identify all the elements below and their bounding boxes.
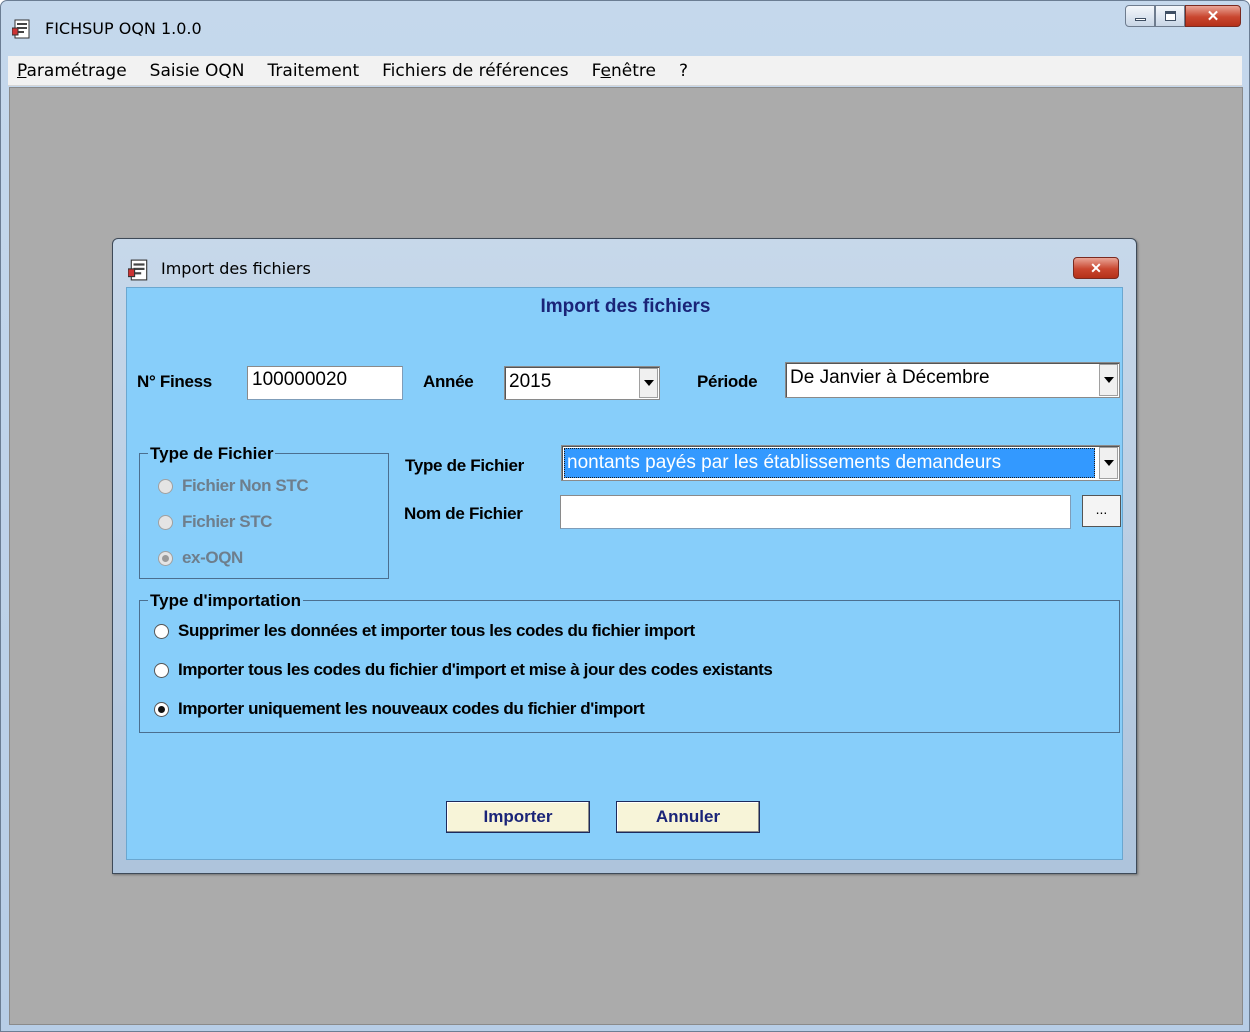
window-controls: ✕: [1125, 5, 1241, 29]
dialog-close-button[interactable]: ✕: [1073, 257, 1119, 279]
radio-row-nouveaux: Importer uniquement les nouveaux codes d…: [154, 699, 645, 719]
browse-button[interactable]: ...: [1082, 495, 1121, 527]
type-fichier-dropdown-button[interactable]: [1099, 447, 1118, 479]
radio-row-mise-a-jour: Importer tous les codes du fichier d'imp…: [154, 660, 773, 680]
nom-fichier-input[interactable]: [560, 495, 1071, 529]
import-dialog: Import des fichiers ✕ Import des fichier…: [112, 238, 1137, 874]
app-document-icon: [12, 19, 30, 39]
import-button[interactable]: Importer: [446, 801, 590, 833]
type-fichier-select[interactable]: nontants payés par les établissements de…: [561, 445, 1120, 481]
radio-row-ex-oqn: ex-OQN: [158, 548, 243, 568]
maximize-button[interactable]: [1155, 5, 1185, 27]
periode-select[interactable]: De Janvier à Décembre: [785, 362, 1120, 398]
radio-ex-oqn[interactable]: [158, 550, 173, 566]
type-importation-group-title: Type d'importation: [148, 591, 304, 611]
finess-label: N° Finess: [137, 372, 212, 391]
annee-select[interactable]: 2015: [504, 366, 660, 400]
dialog-title: Import des fichiers: [161, 259, 311, 278]
cancel-button[interactable]: Annuler: [616, 801, 760, 833]
radio-selected-dot: [162, 554, 169, 562]
finess-input[interactable]: 100000020: [247, 366, 403, 400]
window-title: FICHSUP OQN 1.0.0: [45, 19, 202, 38]
radio-selected-dot: [158, 705, 165, 713]
periode-value: De Janvier à Décembre: [790, 367, 990, 388]
type-fichier-value: nontants payés par les établissements de…: [564, 448, 1095, 478]
radio-stc[interactable]: [158, 514, 173, 530]
radio-nouveaux-label: Importer uniquement les nouveaux codes d…: [178, 699, 645, 718]
close-icon: ✕: [1090, 260, 1102, 276]
type-fichier-group: Type de Fichier Fichier Non STC Fichier …: [139, 444, 389, 579]
type-importation-group: Type d'importation Supprimer les données…: [139, 591, 1120, 733]
type-fichier-group-title: Type de Fichier: [148, 444, 276, 464]
dialog-document-icon: [128, 259, 148, 281]
radio-supprimer-label: Supprimer les données et importer tous l…: [178, 621, 695, 640]
radio-mise-a-jour-label: Importer tous les codes du fichier d'imp…: [178, 660, 773, 679]
menu-fenetre-pre: F: [591, 60, 601, 81]
form-heading: Import des fichiers: [540, 296, 711, 317]
radio-stc-label: Fichier STC: [182, 512, 273, 531]
title-bar: FICHSUP OQN 1.0.0 ✕: [1, 1, 1249, 53]
chevron-down-icon: [1103, 460, 1114, 466]
radio-nouveaux[interactable]: [154, 701, 169, 717]
minimize-button[interactable]: [1125, 5, 1155, 27]
nom-fichier-label: Nom de Fichier: [404, 504, 523, 523]
menu-fenetre[interactable]: Fenêtre: [592, 61, 656, 81]
periode-label: Période: [697, 372, 758, 391]
menu-fichiers-references[interactable]: Fichiers de références: [382, 61, 569, 81]
chevron-down-icon: [1103, 377, 1114, 383]
menu-help[interactable]: ?: [679, 61, 688, 81]
menu-parametrage-rest: aramétrage: [26, 60, 127, 81]
menu-bar: Paramétrage Saisie OQN Traitement Fichie…: [8, 56, 1242, 86]
annee-dropdown-button[interactable]: [639, 368, 658, 398]
radio-mise-a-jour[interactable]: [154, 662, 169, 678]
menu-traitement[interactable]: Traitement: [268, 61, 360, 81]
menu-fenetre-mnemonic: e: [600, 60, 611, 81]
radio-non-stc-label: Fichier Non STC: [182, 476, 309, 495]
close-icon: ✕: [1206, 8, 1220, 25]
radio-non-stc[interactable]: [158, 478, 173, 494]
menu-fenetre-rest: nêtre: [610, 60, 656, 81]
radio-ex-oqn-label: ex-OQN: [182, 548, 243, 567]
menu-parametrage[interactable]: Paramétrage: [17, 61, 127, 81]
annee-value: 2015: [509, 371, 552, 392]
radio-supprimer[interactable]: [154, 623, 169, 639]
menu-parametrage-mnemonic: P: [17, 60, 27, 81]
close-button[interactable]: ✕: [1185, 5, 1241, 27]
periode-dropdown-button[interactable]: [1099, 364, 1118, 396]
dialog-client-area: Import des fichiers N° Finess 100000020 …: [126, 287, 1123, 860]
radio-row-non-stc: Fichier Non STC: [158, 476, 309, 496]
menu-saisie-oqn[interactable]: Saisie OQN: [150, 61, 245, 81]
annee-label: Année: [423, 372, 474, 391]
maximize-icon: [1165, 11, 1176, 21]
chevron-down-icon: [643, 380, 654, 386]
radio-row-supprimer: Supprimer les données et importer tous l…: [154, 621, 695, 641]
radio-row-stc: Fichier STC: [158, 512, 272, 532]
type-fichier-label: Type de Fichier: [405, 456, 524, 475]
minimize-icon: [1135, 18, 1146, 21]
